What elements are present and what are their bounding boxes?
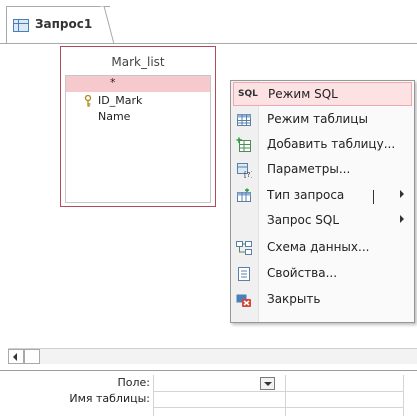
horizontal-scrollbar[interactable] bbox=[8, 348, 417, 364]
menu-item-add-table[interactable]: Добавить таблицу... bbox=[233, 133, 412, 157]
close-icon bbox=[236, 294, 251, 307]
submenu-arrow-icon bbox=[400, 190, 404, 198]
grid-cell-table[interactable] bbox=[286, 393, 403, 408]
menu-item-label: Свойства... bbox=[267, 266, 338, 280]
scroll-left-button[interactable] bbox=[8, 349, 24, 364]
field-row-id-mark[interactable]: ID_Mark bbox=[66, 93, 210, 109]
field-row-all[interactable]: * bbox=[66, 76, 210, 92]
document-tab-strip: Запрос1 bbox=[0, 0, 417, 44]
menu-item-label: Запрос SQL bbox=[267, 213, 340, 227]
grid-column-3 bbox=[403, 375, 417, 416]
grid-row-label-table: Имя таблицы: bbox=[69, 392, 150, 405]
query-type-icon bbox=[237, 188, 251, 202]
scroll-thumb[interactable] bbox=[24, 349, 40, 364]
query-design-grid: Поле: Имя таблицы: bbox=[0, 370, 417, 416]
grid-row-label-field: Поле: bbox=[117, 376, 150, 389]
menu-item-datasheet-view[interactable]: Режим таблицы bbox=[233, 108, 412, 132]
relationships-icon bbox=[236, 241, 252, 255]
datasheet-icon bbox=[237, 114, 251, 126]
menu-item-query-type[interactable]: Тип запроса bbox=[233, 184, 412, 208]
menu-item-close[interactable]: Закрыть bbox=[233, 288, 412, 312]
menu-item-sql-view[interactable]: SQL Режим SQL bbox=[233, 82, 412, 106]
table-window-title: Mark_list bbox=[111, 55, 165, 69]
field-label: ID_Mark bbox=[98, 94, 143, 107]
menu-item-label: Закрыть bbox=[267, 292, 321, 306]
menu-item-relationships[interactable]: Схема данных... bbox=[233, 236, 412, 260]
parameters-icon: [?] bbox=[237, 163, 252, 178]
query-tab[interactable]: Запрос1 bbox=[6, 6, 110, 44]
tab-strip-divider bbox=[0, 43, 417, 44]
properties-icon bbox=[238, 267, 250, 281]
submenu-arrow-icon bbox=[400, 215, 404, 223]
grid-column-2 bbox=[285, 375, 403, 416]
menu-item-label: Параметры... bbox=[267, 162, 351, 176]
menu-item-sql-query[interactable]: Запрос SQL bbox=[233, 209, 412, 233]
query-design-icon bbox=[13, 19, 29, 32]
field-row-name[interactable]: Name bbox=[66, 109, 210, 125]
split-divider bbox=[373, 190, 374, 204]
menu-item-properties[interactable]: Свойства... bbox=[233, 262, 412, 286]
menu-item-label: Схема данных... bbox=[267, 240, 370, 254]
menu-item-parameters[interactable]: [?] Параметры... bbox=[233, 158, 412, 182]
context-menu: SQL Режим SQL Режим таблицы Добавить таб… bbox=[230, 80, 415, 323]
table-window-mark-list[interactable]: Mark_list * ID_Mark Name bbox=[60, 46, 216, 207]
menu-item-label: Тип запроса bbox=[267, 188, 345, 202]
add-table-icon bbox=[236, 137, 251, 152]
grid-cell-field[interactable] bbox=[286, 377, 403, 392]
field-label: Name bbox=[98, 110, 131, 123]
grid-cell-table[interactable] bbox=[154, 393, 285, 408]
sql-icon: SQL bbox=[238, 89, 258, 99]
svg-text:[?]: [?] bbox=[244, 171, 252, 178]
menu-item-label: Режим SQL bbox=[268, 87, 338, 101]
menu-item-label: Режим таблицы bbox=[267, 112, 368, 126]
field-label: * bbox=[110, 76, 116, 89]
tab-edge bbox=[100, 6, 114, 44]
menu-item-label: Добавить таблицу... bbox=[267, 137, 396, 151]
query-tab-label: Запрос1 bbox=[35, 17, 93, 31]
field-list: * ID_Mark Name bbox=[65, 75, 211, 203]
primary-key-icon bbox=[84, 95, 92, 107]
field-dropdown-button[interactable] bbox=[260, 377, 275, 390]
